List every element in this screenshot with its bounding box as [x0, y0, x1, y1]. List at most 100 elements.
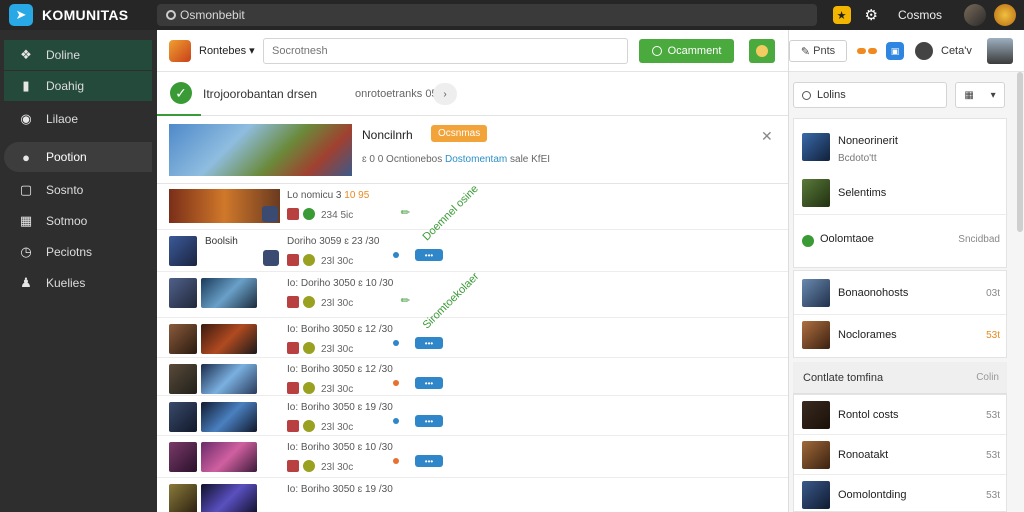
avatar[interactable]	[964, 4, 986, 26]
chevron-down-icon: ▾	[990, 89, 996, 101]
post-time: 23l 30c	[321, 384, 354, 395]
more-icon[interactable]: ›	[433, 83, 457, 105]
grid-icon: ▦	[964, 89, 974, 101]
global-search[interactable]: Osmonbebit	[157, 4, 817, 26]
chevron-right-icon: ➤	[9, 4, 33, 26]
sidebar-item-sosnto[interactable]: ▢ Sosnto	[4, 175, 152, 205]
status-dot	[393, 340, 399, 346]
item-title: Oolomtaoe	[820, 233, 874, 245]
app-logo[interactable]: ➤ KOMUNITAS	[9, 4, 157, 26]
tag-icon	[287, 296, 299, 308]
list-item[interactable]: Noclorames 53t	[794, 317, 1008, 357]
trophy-icon[interactable]: ★	[832, 6, 851, 24]
list-item[interactable]: Rontol costs 53t	[794, 397, 1008, 435]
post-meta: Io: Doriho 3050 ɛ 10 /30	[287, 278, 394, 289]
pencil-icon: ✎	[398, 293, 414, 309]
sidebar-item-sotmoo[interactable]: ▦ Sotmoo	[4, 206, 152, 236]
item-title: Rontol costs	[838, 409, 899, 421]
pencil-icon: ✎	[398, 205, 414, 221]
list-item[interactable]: Lo nomicu 3 10 95 234 5ic ✎ Doemnel osine	[157, 183, 788, 243]
sidebar-item-kuelies[interactable]: ♟ Kuelies	[4, 268, 152, 298]
compose-input[interactable]	[263, 38, 628, 64]
post-meta: Doriho 3059 ɛ 23 /30	[287, 236, 380, 247]
game-select-label: Rontebes	[199, 45, 247, 57]
thumbnail	[802, 441, 830, 469]
post-time: 23l 30c	[321, 462, 354, 473]
list-item[interactable]: Io: Boriho 3050 ɛ 12 /30 23l 30c •••	[157, 358, 788, 396]
avatar[interactable]	[994, 4, 1016, 26]
post-tag[interactable]: •••	[415, 377, 443, 389]
view-toggle[interactable]: ▦ ▾	[955, 82, 1005, 108]
post-meta: Io: Boriho 3050 ɛ 19 /30	[287, 402, 393, 413]
video-icon: ▢	[19, 182, 33, 197]
globe-icon: ◉	[20, 111, 32, 126]
list-item[interactable]: Io: Boriho 3050 ɛ 19 /30	[157, 478, 788, 512]
item-value: 53t	[986, 490, 1000, 501]
list-item[interactable]: Noneorinerit Bcdoto'tt	[794, 129, 1008, 169]
list-item[interactable]: Io: Boriho 3050 ɛ 12 /30 23l 30c •••	[157, 318, 788, 358]
list-item[interactable]: Io: Boriho 3050 ɛ 10 /30 23l 30c •••	[157, 436, 788, 478]
featured-post[interactable]: Noncilnrh Ocsnmas ɛ 0 0 Ocntionebos Dost…	[157, 116, 788, 184]
item-title: Bonaonohosts	[838, 287, 909, 299]
badge-icon	[303, 208, 315, 220]
bookmark-icon: ▮	[22, 78, 30, 93]
comment-button-label: Ocamment	[667, 45, 722, 57]
badge-icon	[303, 296, 315, 308]
post-tag[interactable]: •••	[415, 249, 443, 261]
emoji-button[interactable]	[749, 39, 775, 63]
list-item[interactable]: Selentims	[794, 175, 1008, 215]
filter-button[interactable]: ✎ Pnts	[789, 40, 847, 62]
sidebar-item-peciotns[interactable]: ◷ Peciotns	[4, 237, 152, 267]
sidebar-item-doline[interactable]: ❖ Doline	[4, 40, 152, 70]
post-tag[interactable]: •••	[415, 337, 443, 349]
sidebar-item-label: Sosnto	[46, 183, 84, 197]
search-input[interactable]: Lolins	[793, 82, 947, 108]
game-select[interactable]: Rontebes ▾	[199, 44, 255, 57]
main-panel: Rontebes ▾ Ocamment ✓ Itrojoorobantan dr…	[157, 30, 788, 512]
thumbnail	[802, 401, 830, 429]
sidebar-item-lilaoe[interactable]: ◉ Lilaoe	[4, 104, 152, 134]
status-dot	[393, 380, 399, 386]
user-name[interactable]: Ceta'v	[941, 45, 972, 57]
post-label: Boolsih	[205, 236, 238, 247]
list-item[interactable]: Io: Boriho 3050 ɛ 19 /30 23l 30c •••	[157, 396, 788, 436]
thumbnail	[802, 133, 830, 161]
thumbnail	[169, 442, 197, 472]
game-list: Rontol costs 53t Ronoatakt 53t Oomolontd…	[793, 394, 1008, 512]
list-item[interactable]: Oomolontding 53t	[794, 477, 1008, 511]
status-dot	[393, 252, 399, 258]
item-title: Noclorames	[838, 329, 897, 341]
search-icon	[802, 90, 811, 100]
item-value: Sncidbad	[958, 234, 1000, 245]
post-tag[interactable]: •••	[415, 415, 443, 427]
item-value: 53t	[986, 410, 1000, 421]
user-name[interactable]: Cosmos	[898, 8, 942, 22]
thumbnail	[169, 364, 197, 394]
sidebar-item-doahig[interactable]: ▮ Doahig	[4, 71, 152, 101]
sidebar-item-pootion[interactable]: ● Pootion	[4, 142, 152, 172]
item-title: Oomolontding	[838, 489, 907, 501]
list-item[interactable]: Ronoatakt 53t	[794, 435, 1008, 475]
avatar[interactable]	[915, 42, 933, 60]
scrollbar[interactable]	[1017, 72, 1023, 232]
post-tag[interactable]: •••	[415, 455, 443, 467]
check-icon: ✓	[170, 82, 192, 104]
item-value: 53t	[986, 330, 1000, 341]
global-search-value: Osmonbebit	[180, 8, 245, 22]
featured-title: Noncilnrh	[362, 128, 413, 142]
list-item[interactable]: Bonaonohosts 03t	[794, 275, 1008, 315]
gear-icon[interactable]: ⚙	[865, 6, 878, 24]
list-item[interactable]: Io: Doriho 3050 ɛ 10 /30 23l 30c ✎ Siromt…	[157, 271, 788, 331]
section-value[interactable]: Colin	[976, 372, 999, 383]
post-meta-text: Lo nomicu 3	[287, 190, 345, 201]
right-panel: ✎ Pnts ▣ Ceta'v Lolins ▦ ▾ Noneorinerit …	[788, 30, 1024, 512]
close-icon[interactable]: ✕	[761, 128, 773, 145]
featured-meta-link[interactable]: Dostomentam	[445, 154, 507, 165]
game-icon[interactable]	[169, 40, 191, 62]
avatar[interactable]	[987, 38, 1013, 64]
list-item[interactable]: Boolsih Doriho 3059 ɛ 23 /30 23l 30c •••	[157, 230, 788, 272]
message-icon[interactable]: ▣	[886, 42, 904, 60]
comment-button[interactable]: Ocamment	[639, 39, 734, 63]
thumbnail	[201, 484, 257, 512]
list-item[interactable]: Oolomtaoe Sncidbad	[794, 225, 1008, 265]
